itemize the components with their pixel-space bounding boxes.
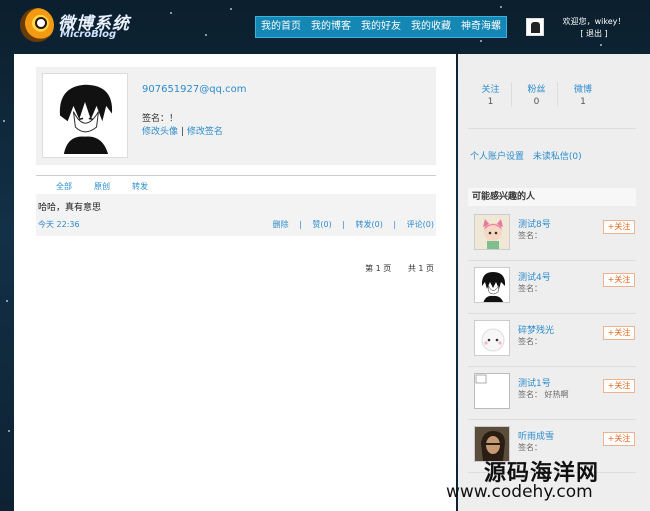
profile-signature: 签名：！ [142,114,179,124]
header: 微博系统 MicroBlog 我的首页 我的博客 我的好友 我的收藏 神奇海螺 … [0,0,650,52]
total-pages: 共 1 页 [407,264,434,273]
follow-button[interactable]: +关注 [603,379,635,393]
nav-home[interactable]: 我的首页 [258,17,304,37]
avatar[interactable] [474,320,510,356]
recommend-signature: 签名： [518,337,542,346]
stat-value: 1 [580,97,586,107]
like-button[interactable]: 赞(0) [312,220,331,229]
stat-label: 粉丝 [527,85,546,95]
bird-eye-icon [35,17,47,29]
follow-button[interactable]: +关注 [603,432,635,446]
tab-reposts[interactable]: 转发 [132,176,148,193]
recommend-name[interactable]: 测试1号 [518,376,551,389]
nav-magic-conch[interactable]: 神奇海螺 [458,17,504,37]
list-item: 测试4号 签名： +关注 [468,261,636,314]
nav-friends[interactable]: 我的好友 [358,17,404,37]
profile-email: 907651927@qq.com [142,84,247,95]
action-separator: | [299,220,302,229]
comment-button[interactable]: 评论(0) [407,220,434,229]
unread-messages-link[interactable]: 未读私信(0) [533,152,582,162]
anime-portrait-icon [46,77,124,154]
welcome-text: 欢迎您，wikey！ [562,17,626,26]
recommend-signature: 签名： [518,443,542,452]
repost-button[interactable]: 转发(0) [356,220,383,229]
avatar[interactable] [474,214,510,250]
stat-followers[interactable]: 粉丝 0 [516,82,558,107]
logout-link[interactable]: [ 退出 ] [562,28,626,40]
account-links: 个人账户设置 未读私信(0) [470,149,588,162]
recommend-title: 可能感兴趣的人 [468,188,636,206]
follow-button[interactable]: +关注 [603,220,635,234]
action-separator: | [342,220,345,229]
pagination: 第 1 页 共 1 页 [361,263,434,274]
edit-divider: | [180,127,184,137]
avatar[interactable] [474,267,510,303]
avatar[interactable] [474,373,510,409]
recommend-name[interactable]: 测试4号 [518,270,551,283]
white-blob-avatar-icon [475,321,509,355]
post-filter-tabs: 全部 原创 转发 [36,175,436,193]
list-item: 测试1号 签名： 好热啊 +关注 [468,367,636,420]
stat-following[interactable]: 关注 1 [470,82,512,107]
watermark-url: www.codehy.com [446,482,593,502]
stat-value: 0 [533,97,540,107]
profile-card: 907651927@qq.com 签名：！ 修改头像 | 修改签名 [36,67,436,165]
stat-label: 微博 [573,85,592,95]
recommend-name[interactable]: 听雨成雪 [518,429,554,442]
post-time[interactable]: 今天 22:36 [38,219,80,230]
recommend-list: 测试8号 签名： +关注 测试4号 签名： +关注 碎梦残光 签名： +关注 测… [468,208,636,473]
stat-posts[interactable]: 微博 1 [562,82,604,107]
follow-button[interactable]: +关注 [603,273,635,287]
main-content: 907651927@qq.com 签名：！ 修改头像 | 修改签名 全部 原创 … [14,54,456,511]
delete-button[interactable]: 删除 [273,220,289,229]
nav-favorites[interactable]: 我的收藏 [408,17,454,37]
recommend-name[interactable]: 测试8号 [518,217,551,230]
tab-all[interactable]: 全部 [56,176,72,193]
divider [468,128,636,129]
follow-button[interactable]: +关注 [603,326,635,340]
action-separator: | [393,220,397,229]
broken-image-icon [475,374,509,408]
profile-photo[interactable] [42,73,128,158]
cat-girl-avatar-icon [475,215,509,249]
user-avatar[interactable] [526,18,544,36]
tab-original[interactable]: 原创 [94,176,110,193]
stat-label: 关注 [481,85,500,95]
sidebar: 关注 1 粉丝 0 微博 1 个人账户设置 未读私信(0) 可能感兴趣的人 测试… [458,54,650,511]
logo[interactable]: 微博系统 MicroBlog [20,8,140,42]
recommend-signature: 签名： 好热啊 [518,390,569,399]
list-item: 碎梦残光 签名： +关注 [468,314,636,367]
logo-subtitle: MicroBlog [60,29,117,40]
recommend-signature: 签名： [518,284,542,293]
main-nav: 我的首页 我的博客 我的好友 我的收藏 神奇海螺 [255,16,507,38]
post-item: 哈哈，真有意思 今天 22:36 删除 | 赞(0) | 转发(0) | 评论(… [36,194,436,236]
current-page: 第 1 页 [365,264,392,273]
post-text: 哈哈，真有意思 [38,203,102,213]
edit-avatar-link[interactable]: 修改头像 [142,127,178,137]
post-actions: 删除 | 赞(0) | 转发(0) | 评论(0) [273,219,434,230]
stat-value: 1 [487,97,494,107]
list-item: 测试8号 签名： +关注 [468,208,636,261]
recommend-name[interactable]: 碎梦残光 [518,323,554,336]
user-stats: 关注 1 粉丝 0 微博 1 [470,82,604,107]
edit-signature-link[interactable]: 修改签名 [187,127,223,137]
user-welcome: 欢迎您，wikey！ [ 退出 ] [562,16,626,40]
anime-boy-avatar-icon [475,268,509,302]
recommend-signature: 签名： [518,231,542,240]
nav-my-blog[interactable]: 我的博客 [308,17,354,37]
account-settings-link[interactable]: 个人账户设置 [470,152,524,162]
profile-edit-links: 修改头像 | 修改签名 [142,124,223,137]
